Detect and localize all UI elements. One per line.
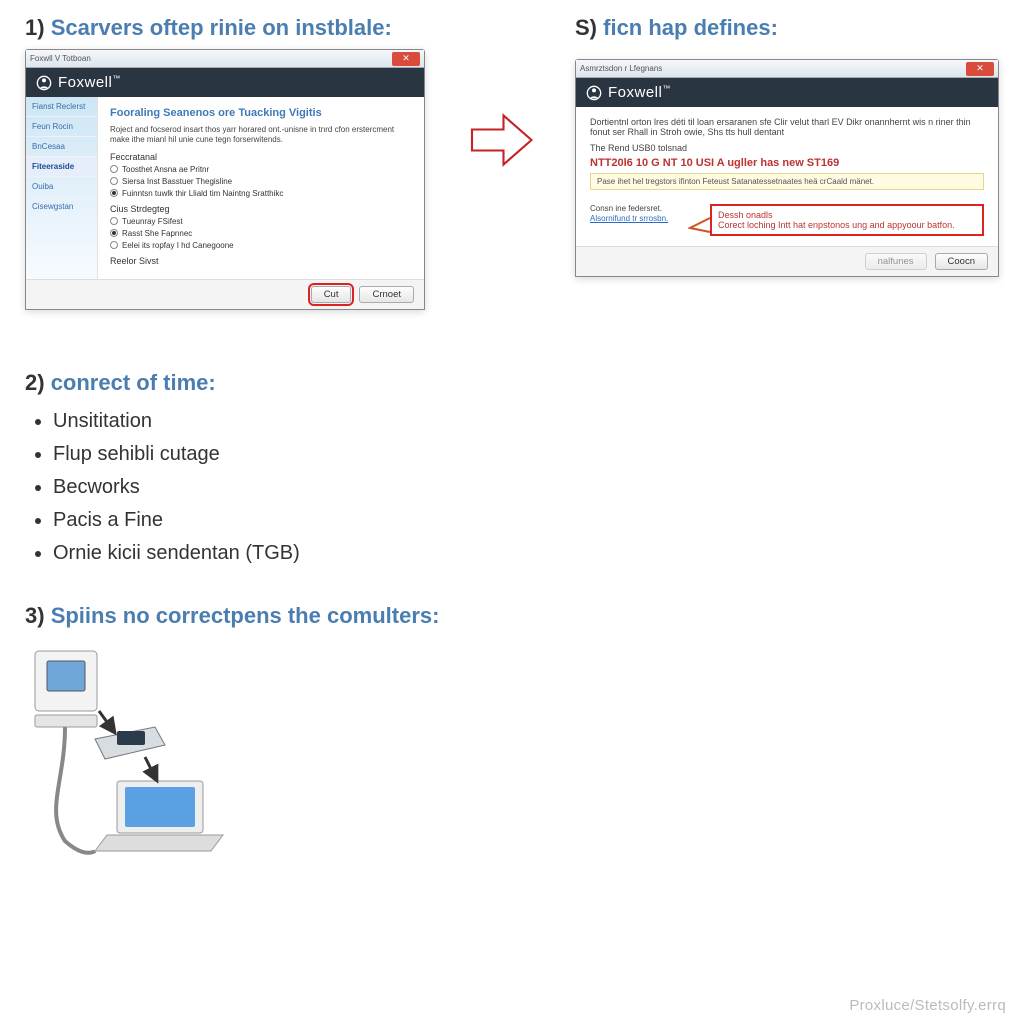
option-group-label: Cius Strdegteg: [110, 204, 412, 214]
step2-title: 2) conrect of time:: [25, 370, 999, 396]
radio-option[interactable]: Fuinntsn tuwlk thir Lliald tim Naintng S…: [110, 189, 412, 198]
bullet-list: Unsititation Flup sehibli cutage Becwork…: [53, 410, 999, 565]
callout-box: Dessh onadls Corect loching Intt hat enp…: [710, 204, 984, 236]
step1-title: 1) Scarvers oftep rinie on instblale:: [25, 15, 425, 41]
primary-button[interactable]: Coocn: [935, 253, 988, 270]
sidebar-item[interactable]: BnCesaa: [26, 137, 97, 157]
bullet-item: Pacis a Fine: [53, 509, 999, 532]
brand-name: Foxwell™: [58, 74, 121, 91]
callout-arrow-icon: [688, 214, 712, 236]
sidebar-item[interactable]: Fiteeraside: [26, 157, 97, 177]
installer-sidebar: Fianst Reclerst Feun Rocin BnCesaa Fitee…: [26, 97, 98, 279]
sidebar-item[interactable]: Cisewgstan: [26, 197, 97, 217]
radio-option[interactable]: Siersa Inst Basstuer Thegisline: [110, 177, 412, 186]
sub-heading: The Rend USB0 tolsnad: [590, 143, 984, 153]
radio-option[interactable]: Tueunray FSifest: [110, 217, 412, 226]
update-window-2: Asmrztsdon r Lfegnans ✕ Foxwell™ Dortien…: [575, 59, 999, 277]
window-title: Asmrztsdon r Lfegnans: [580, 64, 662, 73]
addl-label: Consn ine federsret.: [590, 204, 690, 213]
info-line: Dortientnl orton lres déti til loan ersa…: [590, 117, 984, 137]
sidebar-item[interactable]: Feun Rocin: [26, 117, 97, 137]
brand-bar: Foxwell™: [576, 78, 998, 107]
radio-option[interactable]: Eelei its ropfay I hd Canegoone: [110, 241, 412, 250]
stepS-title: S) ficn hap defines:: [575, 15, 999, 41]
addl-link[interactable]: Alsornifund tr srrosbn.: [590, 214, 668, 223]
installer-content: Fooraling Seanenos ore Tuacking Vigitis …: [98, 97, 424, 279]
radio-option[interactable]: Toosthet Ansna ae Pritnr: [110, 165, 412, 174]
brand-name: Foxwell™: [608, 84, 671, 101]
option-group-label: Feccratanal: [110, 152, 412, 162]
brand-logo-icon: [586, 85, 602, 101]
brand-logo-icon: [36, 75, 52, 91]
version-notice: NTT20l6 10 G NT 10 USI A ugller has new …: [590, 157, 984, 169]
close-icon[interactable]: ✕: [966, 62, 994, 76]
connection-diagram: [25, 641, 245, 861]
window-title: Foxwll V Totboan: [30, 54, 91, 63]
ok-button[interactable]: Cut: [311, 286, 352, 303]
bullet-item: Flup sehibli cutage: [53, 443, 999, 466]
titlebar: Asmrztsdon r Lfegnans ✕: [576, 60, 998, 78]
bullet-item: Ornie kicii sendentan (TGB): [53, 542, 999, 565]
brand-bar: Foxwell™: [26, 68, 424, 97]
footer-label: Reelor Sivst: [110, 256, 412, 266]
flow-arrow-icon: [465, 105, 535, 175]
installer-window-1: Foxwll V Totboan ✕ Foxwell™ Fianst Recle…: [25, 49, 425, 310]
content-heading: Fooraling Seanenos ore Tuacking Vigitis: [110, 107, 412, 119]
close-icon[interactable]: ✕: [392, 52, 420, 66]
bullet-item: Unsititation: [53, 410, 999, 433]
sidebar-item[interactable]: Fianst Reclerst: [26, 97, 97, 117]
sidebar-item[interactable]: Ouiba: [26, 177, 97, 197]
radio-option[interactable]: Rasst She Fapnnec: [110, 229, 412, 238]
step3-title: 3) Spiins no correctpens the comulters:: [25, 603, 999, 629]
secondary-button[interactable]: nalfunes: [865, 253, 927, 270]
cancel-button[interactable]: Crnoet: [359, 286, 414, 303]
warning-bar: Pase ihet hel tregstors ifinton Feteust …: [590, 173, 984, 190]
bullet-item: Becworks: [53, 476, 999, 499]
content-intro: Roject and focserod insart thos yarr hor…: [110, 125, 412, 146]
watermark: Proxluce/Stetsolfy.errq: [849, 997, 1006, 1014]
titlebar: Foxwll V Totboan ✕: [26, 50, 424, 68]
